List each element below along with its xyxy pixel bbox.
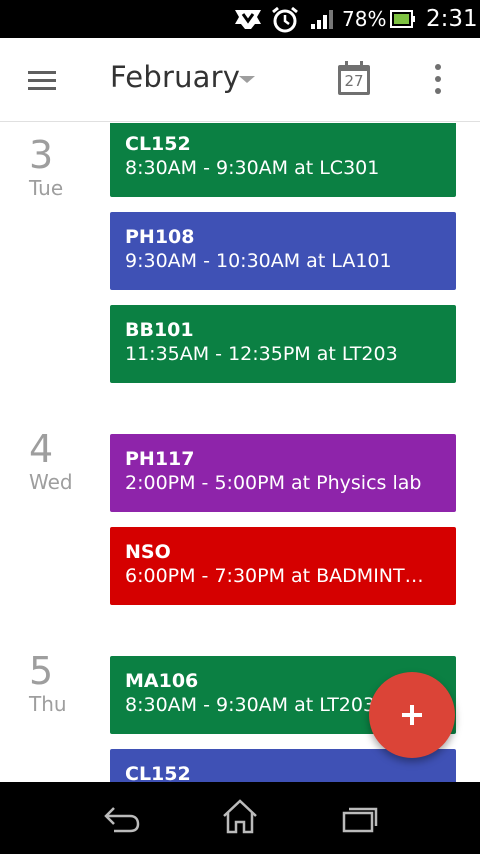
alarm-icon xyxy=(272,6,298,33)
back-icon[interactable] xyxy=(92,796,152,840)
event-title: NSO xyxy=(125,541,171,563)
app-toolbar: February 27 xyxy=(0,38,480,122)
add-event-button[interactable] xyxy=(369,672,455,758)
battery-icon xyxy=(390,10,415,28)
event-time: 8:30AM - 9:30AM at LC301 xyxy=(125,157,380,179)
recent-apps-icon[interactable] xyxy=(330,796,390,840)
event-card[interactable]: NSO 6:00PM - 7:30PM at BADMINTON COURT xyxy=(110,527,456,605)
day-name: Thu xyxy=(29,692,67,716)
event-time: 11:35AM - 12:35PM at LT203 xyxy=(125,343,398,365)
event-card[interactable]: PH108 9:30AM - 10:30AM at LA101 xyxy=(110,212,456,290)
menu-icon[interactable] xyxy=(16,60,68,100)
event-title: PH117 xyxy=(125,448,195,470)
day-number: 4 xyxy=(29,427,54,471)
event-time: 9:30AM - 10:30AM at LA101 xyxy=(125,250,392,272)
month-title[interactable]: February xyxy=(110,60,240,94)
calendar-today-icon[interactable]: 27 xyxy=(336,61,372,97)
clock: 2:31 xyxy=(426,6,478,32)
battery-percent: 78% xyxy=(342,7,387,31)
event-time: 6:00PM - 7:30PM at BADMINTON COURT xyxy=(125,565,456,587)
event-time: 2:00PM - 5:00PM at Physics lab xyxy=(125,472,422,494)
event-title: CL152 xyxy=(125,133,191,155)
day-number: 5 xyxy=(29,649,54,693)
day-name: Tue xyxy=(29,176,64,200)
event-title: PH108 xyxy=(125,226,195,248)
dropdown-caret-icon[interactable] xyxy=(239,76,255,83)
event-card[interactable]: CL152 8:30AM - 9:30AM at LC301 xyxy=(110,123,456,197)
event-card[interactable]: BB101 11:35AM - 12:35PM at LT203 xyxy=(110,305,456,383)
overflow-menu-icon[interactable] xyxy=(424,64,452,94)
notification-icon xyxy=(235,10,261,29)
event-title: BB101 xyxy=(125,319,194,341)
status-bar: 78% 2:31 xyxy=(0,0,480,38)
signal-icon xyxy=(311,10,333,29)
navigation-bar xyxy=(0,782,480,854)
day-number: 3 xyxy=(29,133,54,177)
event-card[interactable]: PH117 2:00PM - 5:00PM at Physics lab xyxy=(110,434,456,512)
event-title: CL152 xyxy=(125,763,191,782)
today-date: 27 xyxy=(344,72,364,90)
home-icon[interactable] xyxy=(210,796,270,840)
day-name: Wed xyxy=(29,470,73,494)
